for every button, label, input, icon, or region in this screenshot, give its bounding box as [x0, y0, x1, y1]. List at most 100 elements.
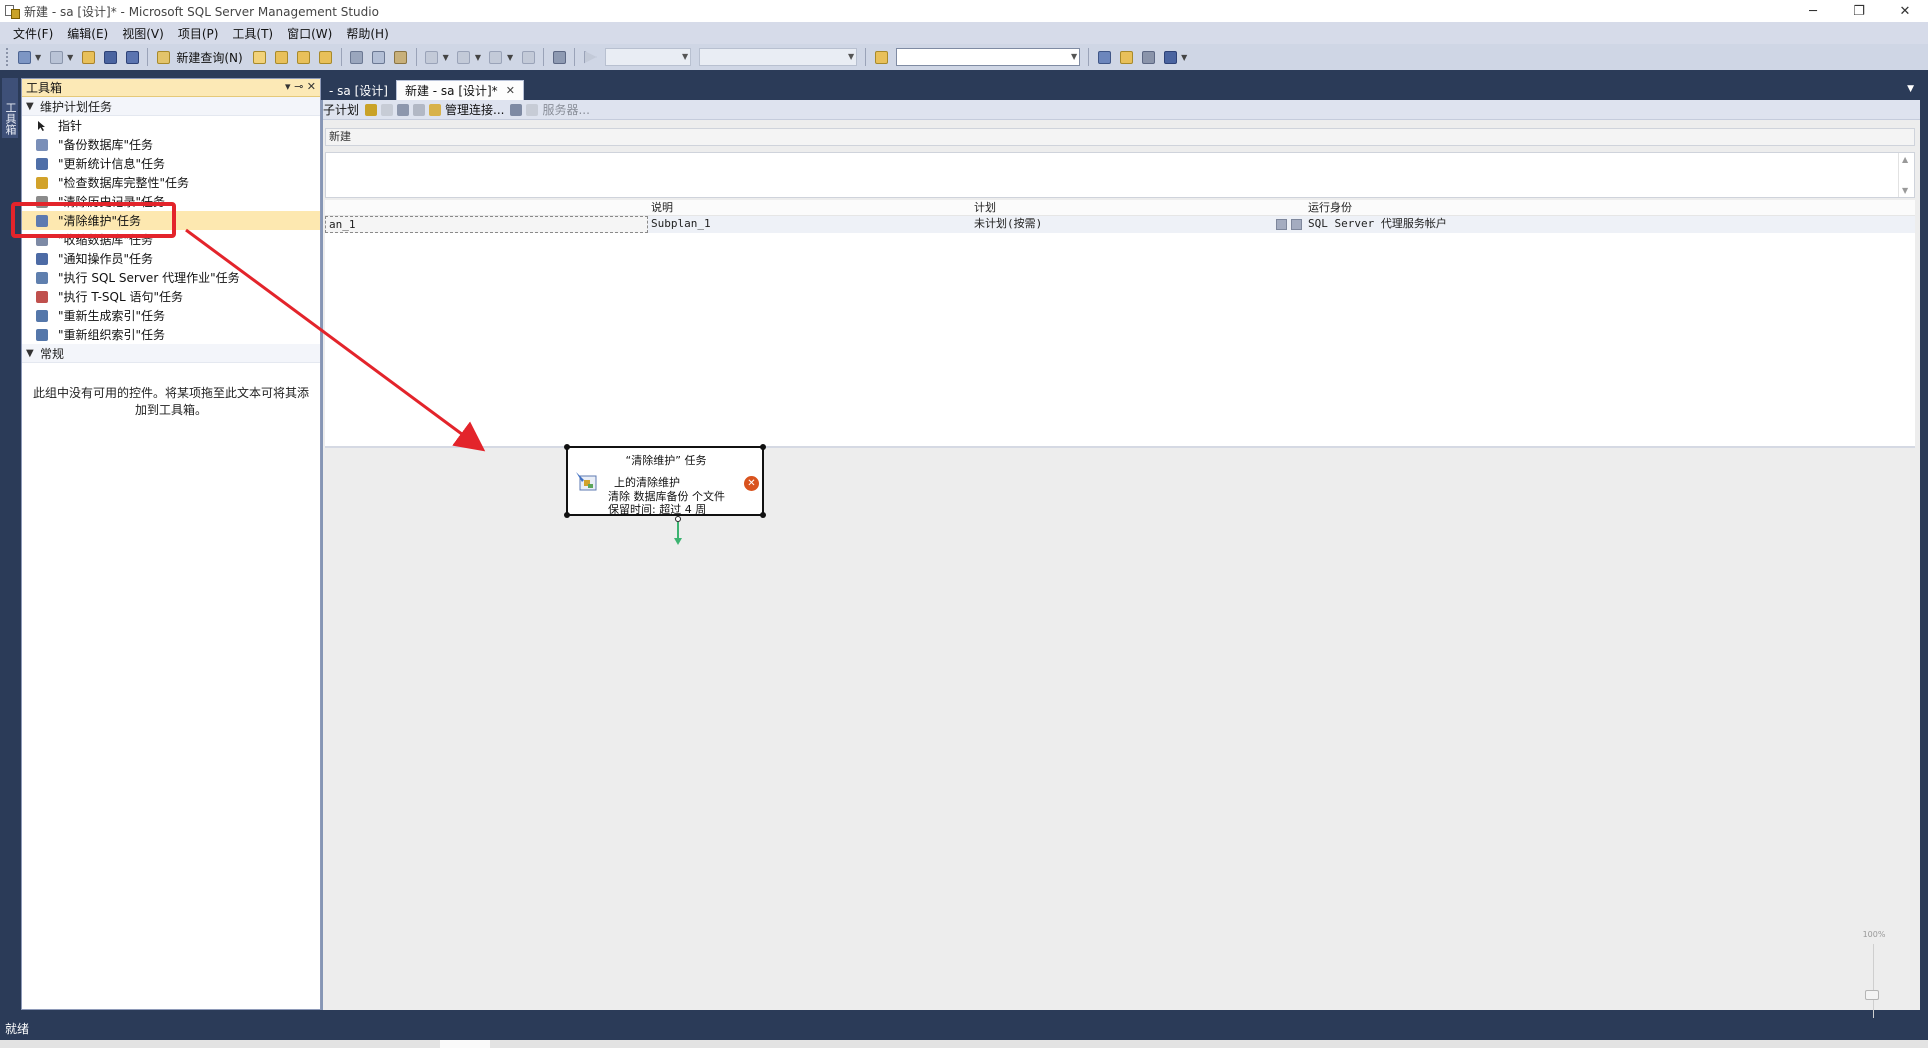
navigate-forward-icon[interactable] — [518, 47, 538, 67]
minimize-button[interactable]: ─ — [1790, 0, 1836, 22]
manage-connections-button[interactable]: 管理连接... — [445, 101, 504, 118]
properties-icon[interactable] — [1138, 47, 1158, 67]
maintenance-cleanup-task-shape[interactable]: “清除维护” 任务 上的清除维护 清除 数据库备份 个文件 保留时间: 超过 4… — [564, 444, 766, 518]
undo-dropdown-icon[interactable]: ▼ — [443, 53, 449, 62]
toolbox-side-tab[interactable]: 工具箱 — [2, 78, 18, 138]
subplan-name-cell[interactable]: an_1 — [325, 216, 648, 233]
tool-backup-database[interactable]: "备份数据库"任务 — [22, 135, 320, 154]
tool-pointer[interactable]: 指针 — [22, 116, 320, 135]
print-icon[interactable] — [549, 47, 569, 67]
plan-name-field[interactable]: 新建 — [325, 128, 1915, 146]
column-header-description[interactable]: 说明 — [648, 200, 971, 215]
toolbox-header: 工具箱 ▾ ⊸ ✕ — [22, 79, 320, 97]
restore-button[interactable]: ❐ — [1836, 0, 1882, 22]
menu-file[interactable]: 文件(F) — [6, 25, 60, 42]
open-folder-icon[interactable] — [78, 47, 98, 67]
tool-check-integrity[interactable]: "检查数据库完整性"任务 — [22, 173, 320, 192]
find-combo[interactable]: ▼ — [896, 48, 1081, 66]
scroll-up-icon[interactable]: ▲ — [1902, 155, 1908, 164]
scroll-down-icon[interactable]: ▼ — [1902, 186, 1908, 195]
servers-button[interactable]: 服务器... — [542, 101, 589, 118]
window-layout-icon[interactable] — [1160, 47, 1180, 67]
remove-schedule-icon[interactable] — [1291, 219, 1302, 230]
tool-rebuild-index[interactable]: "重新生成索引"任务 — [22, 306, 320, 325]
subplan-schedule-cell[interactable]: 未计划(按需) — [971, 216, 1271, 233]
plan-description-field[interactable]: ▲ ▼ — [325, 152, 1915, 198]
schedule-calendar-icon[interactable] — [1276, 219, 1287, 230]
remove-schedule-icon[interactable] — [413, 103, 426, 116]
menu-project[interactable]: 项目(P) — [171, 25, 226, 42]
layout-dropdown-icon[interactable]: ▼ — [1181, 53, 1187, 62]
designer-toolbar: 子计划 管理连接... 服务器... — [323, 100, 1920, 120]
subplan-description-cell[interactable]: Subplan_1 — [648, 216, 971, 233]
toolbox-header-buttons[interactable]: ▾ ⊸ ✕ — [285, 80, 316, 93]
redo-icon[interactable] — [454, 47, 474, 67]
close-window-button[interactable]: ✕ — [1882, 0, 1928, 22]
column-header-run-as[interactable]: 运行身份 — [1305, 200, 1905, 215]
execute-icon[interactable] — [580, 47, 600, 67]
navigate-backward-dropdown-icon[interactable]: ▼ — [507, 53, 513, 62]
toolbar-separator — [543, 48, 545, 66]
mdx-query-icon[interactable] — [294, 47, 314, 67]
new-query-icon[interactable] — [153, 47, 173, 67]
subplan-run-as-cell[interactable]: SQL Server 代理服务帐户 — [1305, 216, 1905, 233]
schedule-icon[interactable] — [397, 103, 410, 116]
close-tab-icon[interactable]: ✕ — [506, 84, 515, 97]
add-item-dropdown-icon[interactable]: ▼ — [67, 53, 73, 62]
precedence-connector[interactable] — [673, 516, 683, 546]
menu-edit[interactable]: 编辑(E) — [60, 25, 115, 42]
subplan-properties-icon[interactable] — [365, 103, 378, 116]
design-surface[interactable]: 100% — [325, 450, 1915, 1048]
solution-platform-dropdown[interactable]: ▼ — [699, 48, 858, 66]
paste-icon[interactable] — [391, 47, 411, 67]
document-tab-strip: - sa [设计] 新建 - sa [设计]* ✕ ▼ — [321, 78, 1920, 100]
database-engine-query-icon[interactable] — [250, 47, 270, 67]
analysis-query-icon[interactable] — [272, 47, 292, 67]
tool-label: "备份数据库"任务 — [58, 138, 154, 152]
reporting-icon[interactable] — [510, 103, 523, 116]
xmla-query-icon[interactable] — [316, 47, 336, 67]
tool-tsql[interactable]: "执行 T-SQL 语句"任务 — [22, 287, 320, 306]
toolbar-grip[interactable] — [6, 48, 9, 66]
group-general[interactable]: ▼ 常规 — [22, 344, 320, 363]
tab-overflow-icon[interactable]: ▼ — [1907, 84, 1914, 94]
delete-subplan-icon[interactable] — [381, 103, 394, 116]
zoom-slider-thumb[interactable] — [1865, 990, 1879, 1000]
menu-view[interactable]: 视图(V) — [115, 25, 171, 42]
tab-current-design[interactable]: 新建 - sa [设计]* ✕ — [395, 80, 524, 100]
tool-notify-operator[interactable]: "通知操作员"任务 — [22, 249, 320, 268]
column-header-schedule[interactable]: 计划 — [971, 200, 1271, 215]
menu-tools[interactable]: 工具(T) — [225, 25, 280, 42]
navigate-backward-icon[interactable] — [486, 47, 506, 67]
registered-servers-icon[interactable] — [1094, 47, 1114, 67]
new-project-icon[interactable] — [14, 47, 34, 67]
cut-icon[interactable] — [347, 47, 367, 67]
add-item-icon[interactable] — [46, 47, 66, 67]
new-query-button[interactable]: 新建查询(N) — [176, 49, 242, 66]
save-icon[interactable] — [100, 47, 120, 67]
column-header-name[interactable] — [325, 200, 648, 215]
description-scrollbar[interactable]: ▲ ▼ — [1898, 153, 1914, 197]
new-project-dropdown-icon[interactable]: ▼ — [35, 53, 41, 62]
group-maintenance-tasks[interactable]: ▼ 维护计划任务 — [22, 97, 320, 116]
manage-connections-icon[interactable] — [429, 103, 442, 116]
menu-window[interactable]: 窗口(W) — [280, 25, 339, 42]
undo-icon[interactable] — [422, 47, 442, 67]
tool-update-statistics[interactable]: "更新统计信息"任务 — [22, 154, 320, 173]
tab-previous-design[interactable]: - sa [设计] — [321, 80, 396, 100]
table-row[interactable]: an_1 Subplan_1 未计划(按需) SQL Server 代理服务帐户 — [325, 216, 1915, 233]
resize-handle[interactable] — [760, 444, 766, 450]
resize-handle[interactable] — [760, 512, 766, 518]
redo-dropdown-icon[interactable]: ▼ — [475, 53, 481, 62]
copy-icon[interactable] — [369, 47, 389, 67]
menu-help[interactable]: 帮助(H) — [339, 25, 395, 42]
save-all-icon[interactable] — [122, 47, 142, 67]
tool-agent-job[interactable]: "执行 SQL Server 代理作业"任务 — [22, 268, 320, 287]
resize-handle[interactable] — [564, 512, 570, 518]
tool-reorganize-index[interactable]: "重新组织索引"任务 — [22, 325, 320, 344]
object-explorer-icon[interactable] — [1116, 47, 1136, 67]
resize-handle[interactable] — [564, 444, 570, 450]
solution-configuration-dropdown[interactable]: ▼ — [605, 48, 692, 66]
find-in-files-icon[interactable] — [871, 47, 891, 67]
add-subplan-button[interactable]: 子计划 — [323, 101, 359, 118]
